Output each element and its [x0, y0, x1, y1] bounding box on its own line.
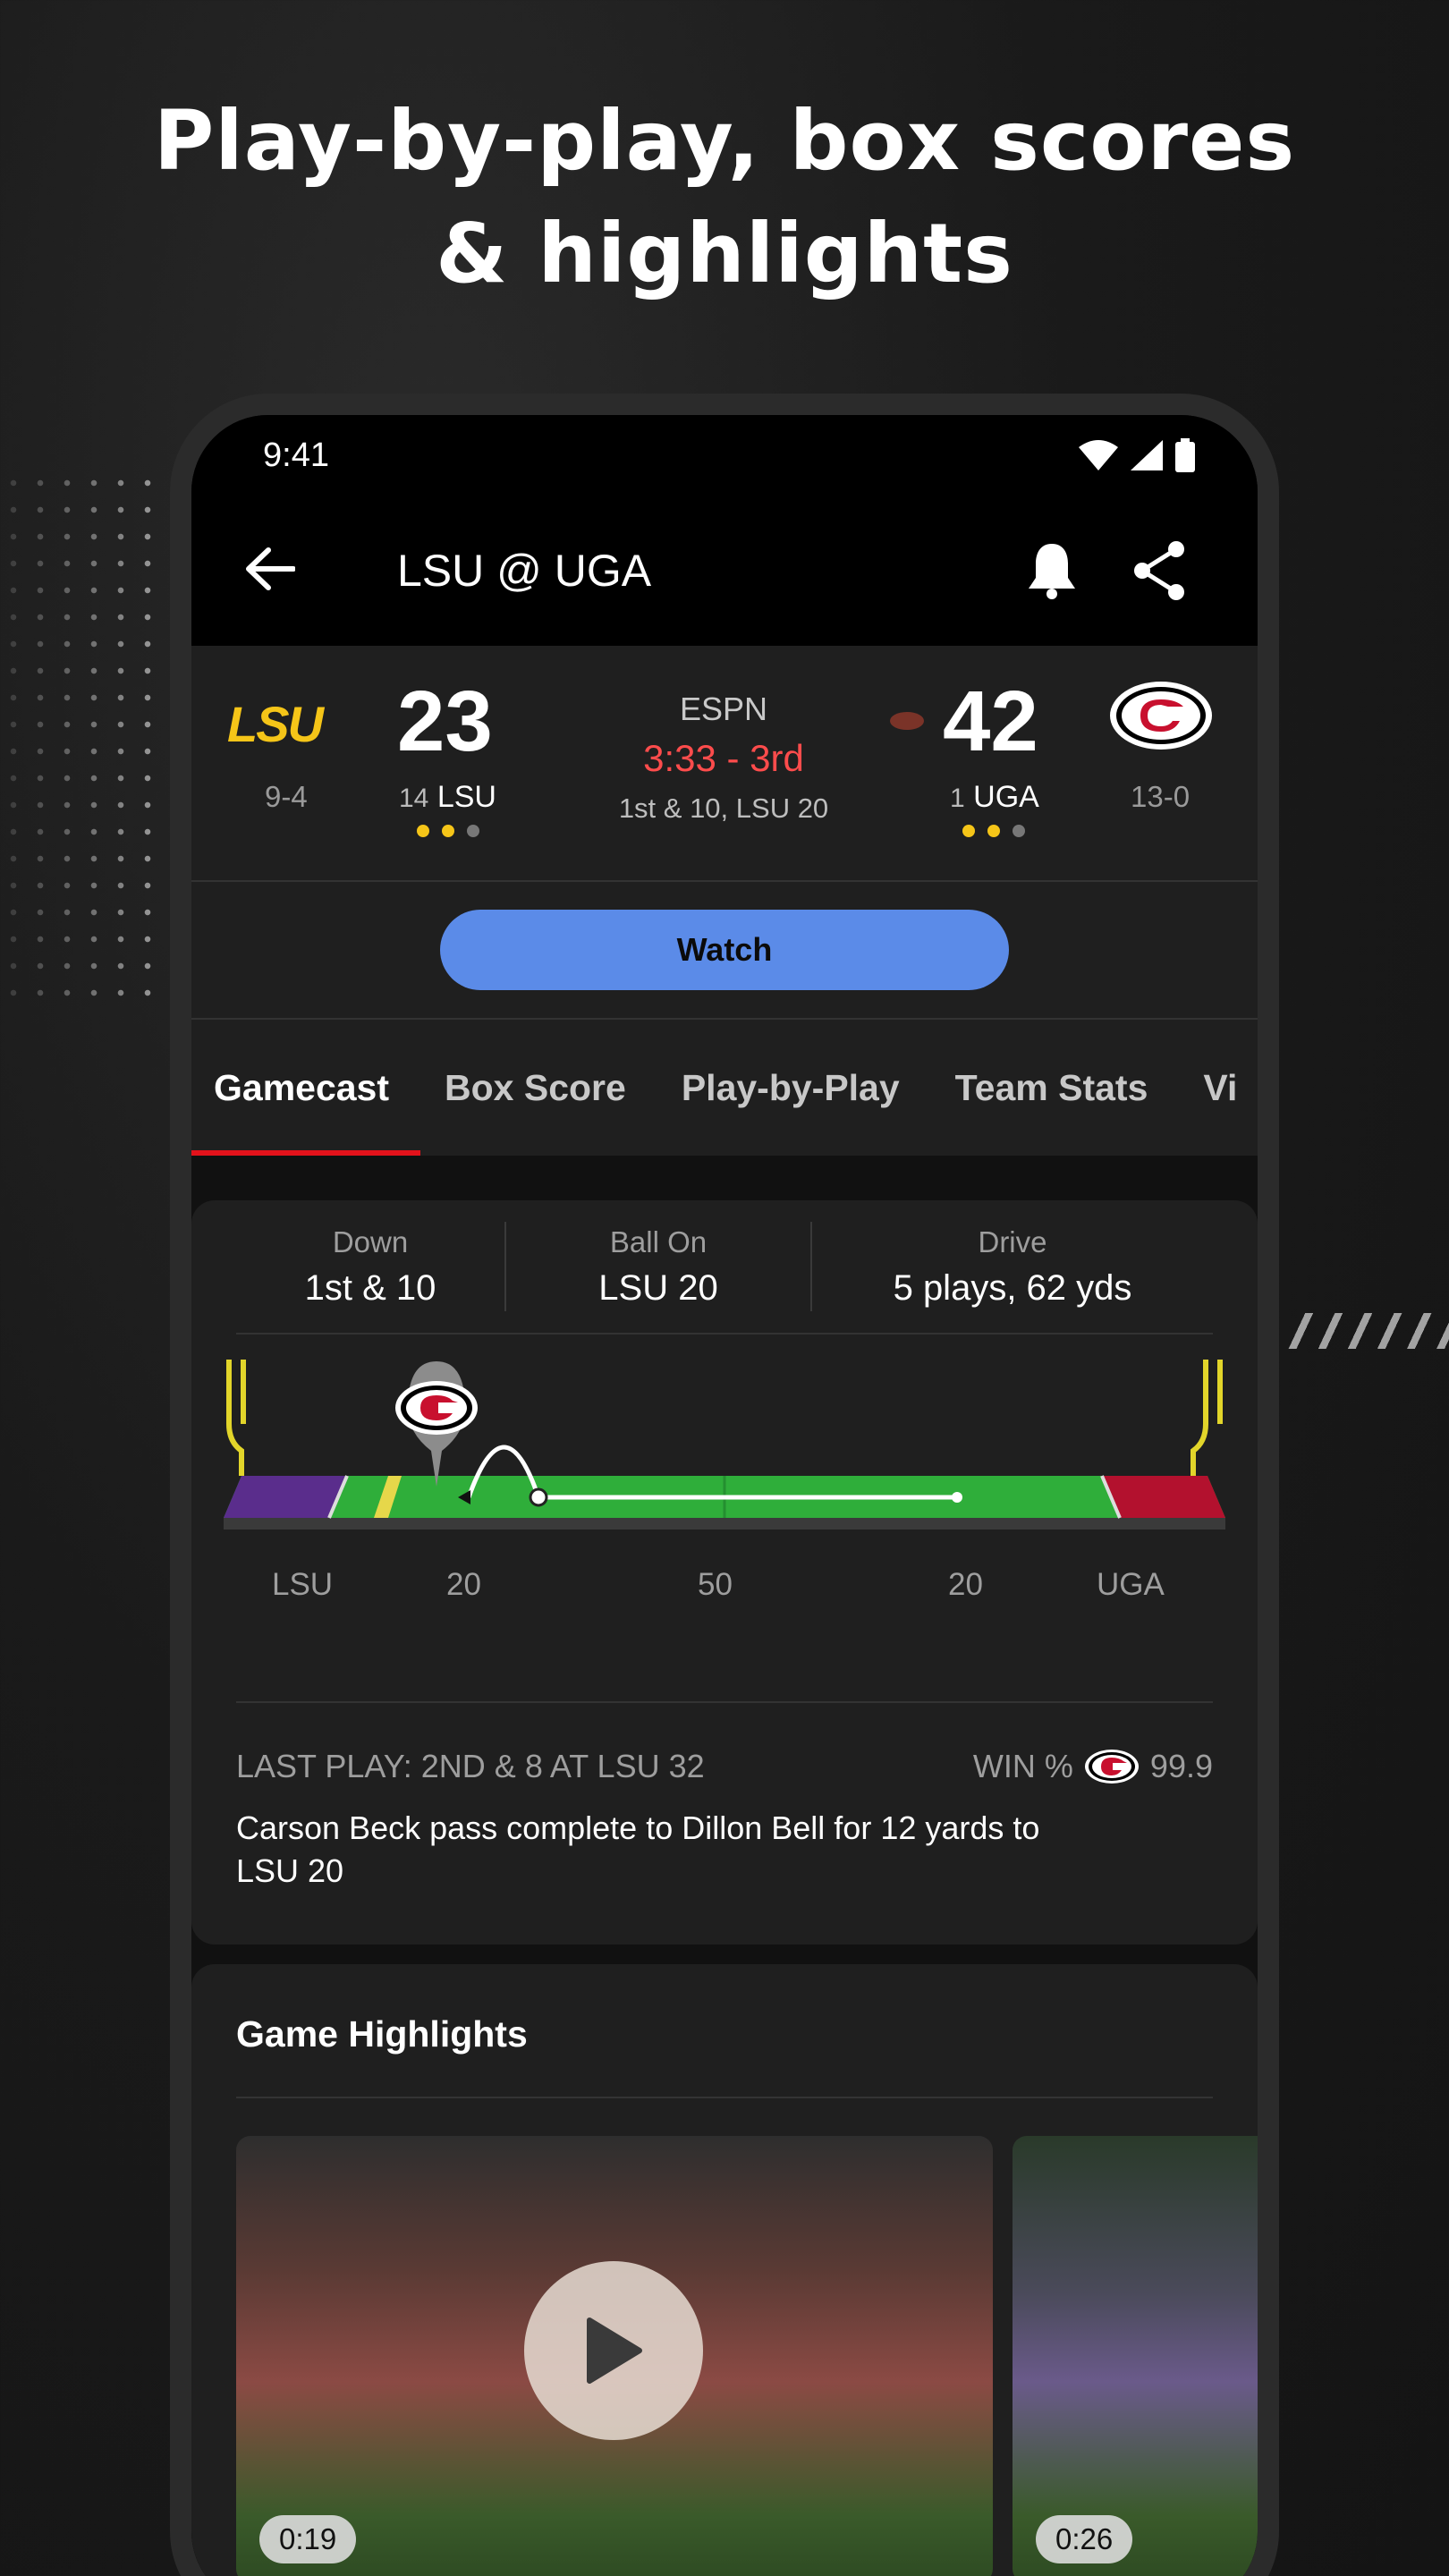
highlights-card: Game Highlights 0:19 0:26 [191, 1964, 1258, 2576]
timeout-dot [417, 825, 429, 837]
decorative-dots [0, 470, 161, 1006]
drive-cell: Drive 5 plays, 62 yds [812, 1225, 1213, 1309]
video-duration: 0:26 [1036, 2515, 1133, 2563]
down-value: 1st & 10 [304, 1267, 436, 1308]
signal-icon [1131, 440, 1163, 470]
status-time: 9:41 [263, 436, 329, 474]
bell-icon [1029, 544, 1075, 599]
timeout-dot [1013, 825, 1025, 837]
away-record: 9-4 [265, 780, 308, 813]
field-label-lsu: LSU [272, 1567, 334, 1602]
last-play[interactable]: LAST PLAY: 2ND & 8 AT LSU 32 WIN % 99.9 … [236, 1701, 1213, 1893]
lsu-logo: LSU [227, 696, 324, 752]
possession-football-icon [890, 712, 924, 730]
away-timeouts [417, 825, 479, 837]
drive-value: 5 plays, 62 yds [893, 1267, 1132, 1308]
home-team-name: UGA [973, 780, 1039, 814]
home-rank-number: 1 [950, 784, 965, 813]
tab-bar: Gamecast Box Score Play-by-Play Team Sta… [191, 1020, 1258, 1156]
game-title: LSU @ UGA [397, 546, 652, 596]
down-cell: Down 1st & 10 [236, 1225, 504, 1309]
tab-box-score[interactable]: Box Score [445, 1067, 626, 1109]
headline: Play-by-play, box scores & highlights [0, 85, 1449, 310]
down-distance: 1st & 10, LSU 20 [618, 792, 829, 824]
timeout-dot [467, 825, 479, 837]
field-label-20-right: 20 [948, 1567, 983, 1602]
highlight-video-2[interactable]: 0:26 [1013, 2136, 1258, 2576]
play-icon [587, 2318, 642, 2384]
app-bar: LSU @ UGA [191, 496, 1258, 646]
ball-on-cell: Ball On LSU 20 [506, 1225, 810, 1309]
battery-icon [1175, 438, 1195, 472]
last-play-header: LAST PLAY: 2ND & 8 AT LSU 32 WIN % 99.9 [236, 1748, 1213, 1785]
uga-logo-small [1084, 1750, 1139, 1784]
drive-label: Drive [978, 1224, 1047, 1258]
highlights-title: Game Highlights [236, 2013, 528, 2055]
ball-on-label: Ball On [609, 1224, 708, 1258]
field-label-20-left: 20 [446, 1567, 481, 1602]
divider [236, 2097, 1213, 2098]
away-rank-number: 14 [399, 784, 429, 813]
tab-videos[interactable]: Vi [1203, 1067, 1237, 1109]
active-tab-indicator [191, 1150, 420, 1156]
timeout-dot [987, 825, 1000, 837]
down-label: Down [332, 1224, 409, 1258]
home-score: 42 [943, 674, 1038, 769]
field-label-50: 50 [698, 1567, 733, 1602]
tab-gamecast[interactable]: Gamecast [214, 1067, 389, 1109]
scoreboard[interactable]: LSU 9-4 23 14 LSU ESPN 3:33 - 3rd 1st & … [191, 646, 1258, 882]
uga-logo [1110, 682, 1212, 750]
headline-line-1: Play-by-play, box scores [153, 93, 1296, 189]
app-screen: 9:41 LSU @ UGA LSU 9-4 23 14 LSU ESPN 3:… [191, 415, 1258, 2576]
win-value: 99.9 [1149, 1748, 1213, 1784]
field-label-uga: UGA [1097, 1567, 1165, 1602]
field-graphic: LSU 20 50 20 UGA [218, 1352, 1231, 1648]
game-clock: 3:33 - 3rd [643, 737, 804, 779]
tab-play-by-play[interactable]: Play-by-Play [682, 1067, 900, 1109]
notifications-button[interactable] [998, 542, 1106, 599]
tab-team-stats[interactable]: Team Stats [955, 1067, 1148, 1109]
back-button[interactable] [245, 537, 335, 605]
ball-on-value: LSU 20 [598, 1267, 718, 1308]
status-bar: 9:41 [191, 415, 1258, 496]
timeout-dot [962, 825, 975, 837]
drive-summary: Down 1st & 10 Ball On LSU 20 Drive 5 pla… [236, 1200, 1213, 1335]
watch-row: Watch [191, 882, 1258, 1020]
video-duration: 0:19 [259, 2515, 357, 2563]
field-labels: LSU 20 50 20 UGA [218, 1567, 1231, 1612]
timeout-dot [442, 825, 454, 837]
wifi-icon [1079, 440, 1118, 470]
share-icon [1134, 541, 1184, 600]
watch-button[interactable]: Watch [440, 910, 1009, 990]
home-rank: 1 UGA [950, 780, 1039, 815]
home-record: 13-0 [1131, 780, 1191, 813]
win-label: WIN % [972, 1748, 1073, 1784]
share-button[interactable] [1106, 540, 1213, 601]
decorative-slashes [1284, 1313, 1449, 1349]
home-timeouts [962, 825, 1025, 837]
arrow-left-icon [246, 547, 296, 590]
status-icons [1079, 438, 1195, 472]
gamecast-card: Down 1st & 10 Ball On LSU 20 Drive 5 pla… [191, 1200, 1258, 1945]
phone-frame: 9:41 LSU @ UGA LSU 9-4 23 14 LSU ESPN 3:… [170, 394, 1279, 2576]
play-button[interactable] [524, 2261, 703, 2440]
last-play-label: LAST PLAY: 2ND & 8 AT LSU 32 [236, 1748, 705, 1784]
win-probability: WIN % 99.9 [973, 1748, 1213, 1785]
last-play-text: Carson Beck pass complete to Dillon Bell… [236, 1809, 1040, 1889]
highlight-video-1[interactable]: 0:19 [236, 2136, 993, 2576]
headline-line-2: & highlights [436, 206, 1013, 301]
